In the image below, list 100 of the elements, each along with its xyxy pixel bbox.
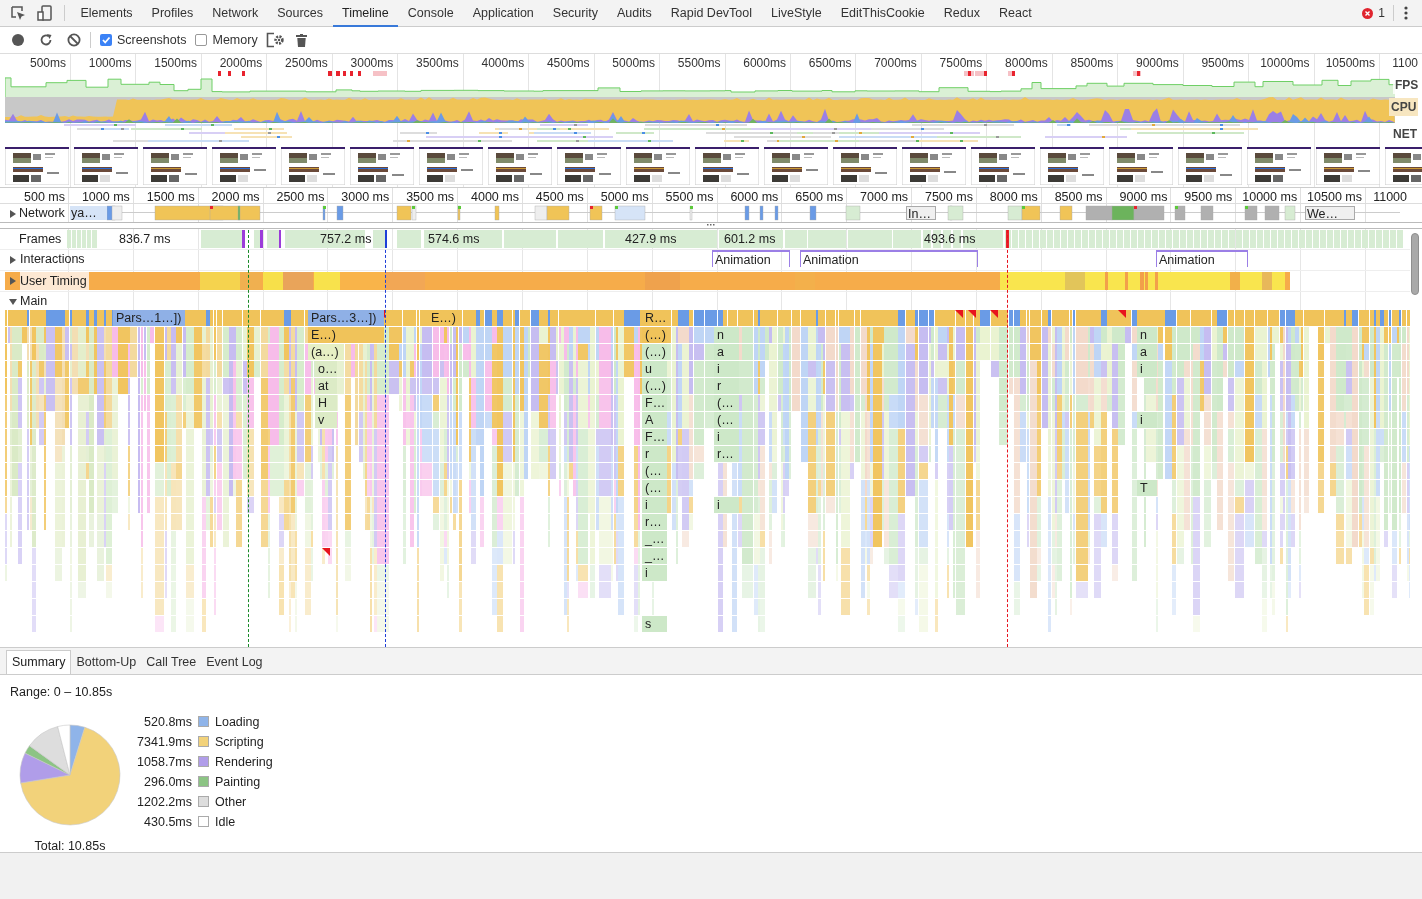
panel-tab[interactable]: Audits <box>607 0 662 27</box>
flame-entry[interactable]: i <box>642 565 667 581</box>
flame-entry[interactable]: o… <box>315 361 337 377</box>
interaction-entry[interactable]: Animation <box>800 250 978 267</box>
expand-arrow-icon[interactable] <box>9 210 17 218</box>
panel-tab[interactable]: Application <box>463 0 544 27</box>
panel-tab[interactable]: EditThisCookie <box>831 0 935 27</box>
expand-arrow-icon[interactable] <box>9 256 17 264</box>
panel-tab[interactable]: Network <box>202 0 268 27</box>
interaction-entry[interactable]: Animation <box>1156 250 1248 267</box>
flame-entry[interactable]: E…) <box>308 327 384 343</box>
capture-settings-icon[interactable] <box>265 32 285 48</box>
flame-entry[interactable]: n <box>1137 327 1157 343</box>
panel-tab[interactable]: React <box>989 0 1042 27</box>
frame-duration: 427.9 ms <box>625 231 677 248</box>
flame-entry[interactable]: R… <box>642 310 667 326</box>
error-count[interactable]: 1 <box>1378 4 1385 22</box>
flame-entry[interactable]: v <box>315 412 337 428</box>
flame-entry[interactable]: r… <box>642 514 667 530</box>
flame-entry[interactable]: (a…) <box>308 344 344 360</box>
flame-entry[interactable]: Pars…3…]) <box>308 310 384 326</box>
time-tick: 9000ms <box>1135 56 1179 70</box>
legend-value: 520.8ms <box>143 714 192 729</box>
flame-entry[interactable]: s <box>642 616 667 632</box>
trash-icon[interactable] <box>295 33 307 47</box>
panel-tab[interactable]: Sources <box>267 0 333 27</box>
expand-arrow-icon[interactable] <box>9 277 17 285</box>
flame-entry[interactable]: i <box>1137 361 1157 377</box>
details-tab[interactable]: Call Tree <box>141 650 202 674</box>
time-tick: 500 ms <box>24 189 65 206</box>
panel-tab[interactable]: LiveStyle <box>761 0 832 27</box>
flame-entry[interactable]: a <box>714 344 739 360</box>
flame-entry[interactable]: i <box>714 497 739 513</box>
flame-entry[interactable]: a <box>1137 344 1157 360</box>
flame-entry[interactable]: _… <box>642 548 667 564</box>
reload-icon[interactable] <box>39 33 53 47</box>
flame-entry[interactable]: (…) <box>642 378 667 394</box>
checkbox[interactable] <box>100 34 112 46</box>
scrollbar-thumb[interactable] <box>1411 233 1419 295</box>
time-tick: 6500ms <box>808 56 852 70</box>
time-tick: 7500 ms <box>924 189 973 206</box>
legend-label: Rendering <box>215 754 273 769</box>
flame-entry[interactable]: (…) <box>642 344 667 360</box>
flame-entry[interactable]: F… <box>642 429 667 445</box>
error-icon[interactable] <box>1362 7 1374 19</box>
resize-handle-icon[interactable] <box>707 224 715 226</box>
flame-entry[interactable]: (… <box>714 395 739 411</box>
flame-entry[interactable]: i <box>714 361 739 377</box>
flame-entry[interactable]: A <box>642 412 667 428</box>
clear-icon[interactable] <box>67 33 81 47</box>
interaction-entry[interactable]: Animation <box>712 250 790 267</box>
flame-entry[interactable]: (… <box>642 463 667 479</box>
details-tab[interactable]: Bottom-Up <box>71 650 142 674</box>
flame-entry[interactable]: _… <box>642 531 667 547</box>
record-icon[interactable] <box>12 34 24 46</box>
checkbox-label: Memory <box>212 31 258 49</box>
network-request[interactable]: ya… <box>70 206 107 220</box>
time-tick: 10000 ms <box>1242 189 1298 206</box>
flame-entry[interactable]: at <box>315 378 337 394</box>
flame-entry[interactable]: u <box>642 361 667 377</box>
details-tab[interactable]: Summary <box>6 650 72 674</box>
time-tick: 6500 ms <box>795 189 844 206</box>
flame-entry[interactable]: i <box>1137 412 1157 428</box>
flame-entry[interactable]: r <box>642 446 667 462</box>
flame-entry[interactable]: F… <box>642 395 667 411</box>
flame-entry[interactable]: i <box>714 429 739 445</box>
legend-value: 430.5ms <box>143 814 192 829</box>
flame-entry[interactable]: n <box>714 327 739 343</box>
legend-value: 296.0ms <box>143 774 192 789</box>
network-request[interactable]: We… <box>1305 206 1355 220</box>
panel-tab[interactable]: Rapid DevTool <box>661 0 762 27</box>
panel-tab[interactable]: Redux <box>934 0 990 27</box>
inspect-icon[interactable] <box>10 5 26 21</box>
panel-tab[interactable]: Elements <box>71 0 143 27</box>
time-tick: 5500ms <box>677 56 721 70</box>
time-tick: 4500 ms <box>535 189 584 206</box>
time-tick: 5000ms <box>612 56 656 70</box>
panel-tab[interactable]: Profiles <box>142 0 203 27</box>
panel-tab[interactable]: Security <box>543 0 608 27</box>
legend-value: 1058.7ms <box>136 754 192 769</box>
legend-value: 1202.2ms <box>136 794 192 809</box>
checkbox[interactable] <box>195 34 208 46</box>
time-tick: 8000 ms <box>989 189 1038 206</box>
flame-entry[interactable]: T <box>1137 480 1157 496</box>
details-tab[interactable]: Event Log <box>201 650 268 674</box>
flame-entry[interactable]: (… <box>714 412 739 428</box>
more-menu-icon[interactable] <box>1404 6 1408 20</box>
flame-entry[interactable]: r… <box>714 446 739 462</box>
flame-entry[interactable]: (…) <box>642 327 667 343</box>
device-mode-icon[interactable] <box>37 5 53 21</box>
flame-entry[interactable]: H <box>315 395 337 411</box>
time-tick: 10500ms <box>1325 56 1375 70</box>
flame-entry[interactable]: Pars…1…]) <box>113 310 185 326</box>
time-tick: 2000ms <box>219 56 263 70</box>
network-request[interactable]: In… <box>906 206 936 220</box>
flame-entry[interactable]: i <box>642 497 667 513</box>
panel-tab[interactable]: Console <box>398 0 464 27</box>
collapse-arrow-icon[interactable] <box>9 298 17 306</box>
flame-entry[interactable]: (… <box>642 480 667 496</box>
flame-entry[interactable]: r <box>714 378 739 394</box>
